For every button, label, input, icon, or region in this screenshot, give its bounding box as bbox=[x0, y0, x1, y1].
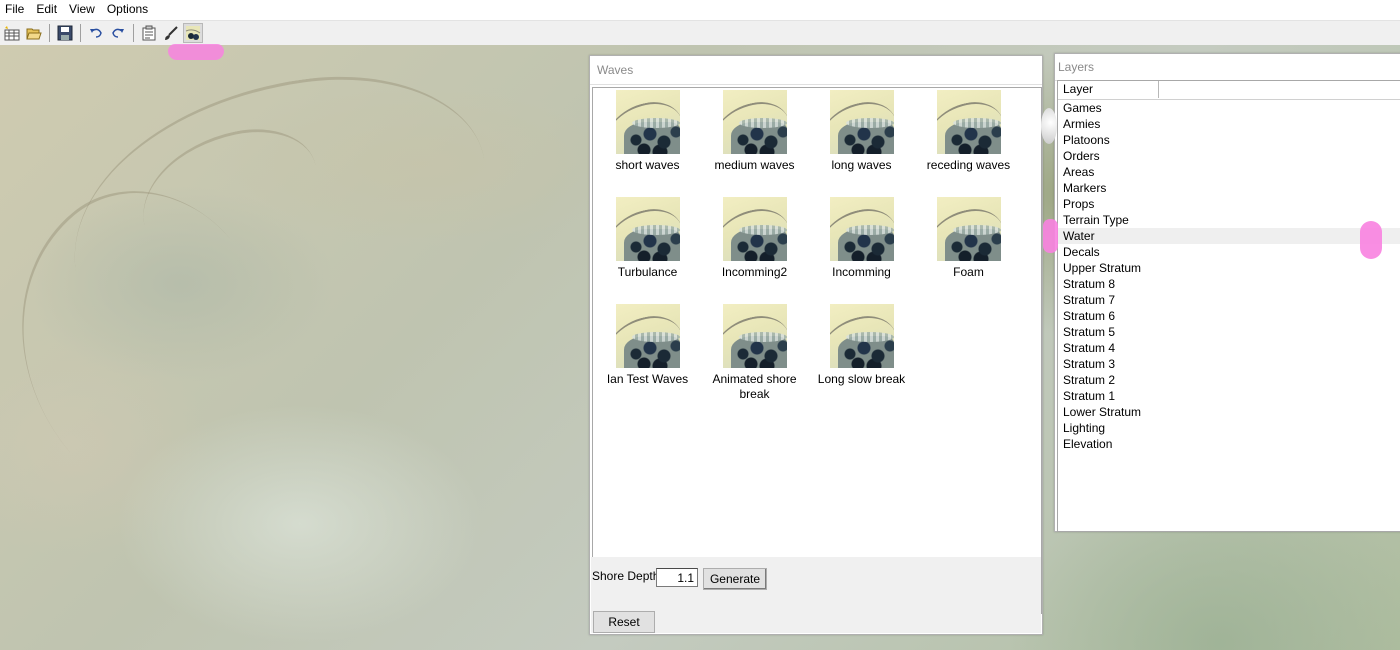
wave-thumbnail bbox=[936, 90, 1001, 154]
redo-icon bbox=[112, 28, 124, 38]
save-button[interactable] bbox=[55, 23, 75, 43]
wave-thumbnail bbox=[829, 304, 894, 368]
menu-view[interactable]: View bbox=[63, 0, 101, 19]
menu-edit[interactable]: Edit bbox=[30, 0, 63, 19]
new-map-button[interactable] bbox=[2, 23, 22, 43]
layer-row[interactable]: Elevation bbox=[1058, 436, 1400, 452]
layer-row[interactable]: Water bbox=[1058, 228, 1400, 244]
layer-row[interactable]: Stratum 3 bbox=[1058, 356, 1400, 372]
panel-resize-knob[interactable] bbox=[1041, 108, 1057, 144]
open-folder-icon bbox=[26, 28, 42, 40]
wave-thumbnail bbox=[829, 197, 894, 261]
wave-thumbnail bbox=[615, 304, 680, 368]
wave-item[interactable]: short waves bbox=[594, 90, 701, 173]
menu-bar: File Edit View Options bbox=[0, 0, 1400, 19]
toolbar-separator bbox=[80, 24, 81, 42]
layer-row[interactable]: Terrain Type bbox=[1058, 212, 1400, 228]
wave-label: medium waves bbox=[714, 158, 795, 172]
wave-item[interactable]: Long slow break bbox=[808, 304, 915, 387]
layer-row[interactable]: Lower Stratum bbox=[1058, 404, 1400, 420]
shore-depth-label: Shore Depth bbox=[592, 569, 660, 583]
layers-list-header: Layer bbox=[1058, 81, 1400, 100]
wave-thumbnail bbox=[829, 90, 894, 154]
wave-item[interactable]: Incomming bbox=[808, 197, 915, 280]
open-button[interactable] bbox=[24, 23, 44, 43]
menu-options[interactable]: Options bbox=[101, 0, 154, 19]
layer-row[interactable]: Props bbox=[1058, 196, 1400, 212]
save-icon bbox=[57, 25, 73, 41]
wave-label: Turbulance bbox=[617, 265, 678, 279]
layer-row[interactable]: Stratum 2 bbox=[1058, 372, 1400, 388]
new-map-icon bbox=[4, 26, 20, 41]
wave-item[interactable]: Ian Test Waves bbox=[594, 304, 701, 387]
layer-row[interactable]: Armies bbox=[1058, 116, 1400, 132]
wave-thumbnail bbox=[936, 197, 1001, 261]
wave-item[interactable]: medium waves bbox=[701, 90, 808, 173]
layer-row[interactable]: Stratum 8 bbox=[1058, 276, 1400, 292]
layer-row[interactable]: Decals bbox=[1058, 244, 1400, 260]
layers-panel: Layers Layer Games Armies Platoons Orders Ar… bbox=[1054, 53, 1400, 532]
brush-icon bbox=[165, 26, 178, 40]
wave-label: short waves bbox=[615, 158, 680, 172]
undo-icon bbox=[90, 28, 102, 38]
wave-label: long waves bbox=[831, 158, 892, 172]
wave-label: Ian Test Waves bbox=[606, 372, 689, 386]
waves-list: short waves medium waves long waves recedin… bbox=[592, 87, 1042, 614]
layer-row[interactable]: Areas bbox=[1058, 164, 1400, 180]
layers-rows: Games Armies Platoons Orders Areas Markers Pro… bbox=[1058, 100, 1400, 452]
wave-item[interactable]: Foam bbox=[915, 197, 1022, 280]
wave-label: receding waves bbox=[926, 158, 1011, 172]
layer-row[interactable]: Lighting bbox=[1058, 420, 1400, 436]
layer-row[interactable]: Stratum 7 bbox=[1058, 292, 1400, 308]
layers-panel-title: Layers bbox=[1055, 54, 1400, 81]
toolbar-separator bbox=[49, 24, 50, 42]
waves-panel: Waves short waves medium waves long waves r… bbox=[589, 55, 1043, 635]
annotation-highlight bbox=[1360, 221, 1382, 259]
wave-thumbnail bbox=[615, 197, 680, 261]
wave-label: Long slow break bbox=[817, 372, 906, 386]
layer-row[interactable]: Markers bbox=[1058, 180, 1400, 196]
layer-row[interactable]: Platoons bbox=[1058, 132, 1400, 148]
toolbar bbox=[0, 20, 1400, 45]
annotation-highlight bbox=[1043, 219, 1058, 253]
layer-row[interactable]: Stratum 6 bbox=[1058, 308, 1400, 324]
wave-thumbnail bbox=[615, 90, 680, 154]
layer-row[interactable]: Stratum 1 bbox=[1058, 388, 1400, 404]
menu-file[interactable]: File bbox=[0, 0, 30, 19]
wave-item[interactable]: Turbulance bbox=[594, 197, 701, 280]
shore-depth-input[interactable] bbox=[656, 568, 698, 587]
properties-icon bbox=[142, 25, 156, 41]
wave-thumbnail bbox=[722, 197, 787, 261]
undo-button[interactable] bbox=[86, 23, 106, 43]
properties-button[interactable] bbox=[139, 23, 159, 43]
redo-button[interactable] bbox=[108, 23, 128, 43]
layer-row[interactable]: Stratum 4 bbox=[1058, 340, 1400, 356]
waves-tool-icon bbox=[185, 26, 201, 40]
waves-panel-title: Waves bbox=[590, 56, 1042, 85]
wave-item[interactable]: Animated shore break bbox=[701, 304, 808, 402]
toolbar-separator bbox=[133, 24, 134, 42]
layer-row[interactable]: Games bbox=[1058, 100, 1400, 116]
waves-tool-button[interactable] bbox=[183, 23, 203, 43]
shore-depth-row: Shore Depth Generate bbox=[591, 568, 1041, 598]
wave-item[interactable]: long waves bbox=[808, 90, 915, 173]
layer-column-header[interactable]: Layer bbox=[1058, 81, 1159, 98]
layer-row[interactable]: Stratum 5 bbox=[1058, 324, 1400, 340]
layers-list: Layer Games Armies Platoons Orders Areas Mark… bbox=[1057, 80, 1400, 532]
brush-button[interactable] bbox=[161, 23, 181, 43]
wave-label: Foam bbox=[953, 265, 984, 279]
wave-label: Incomming2 bbox=[721, 265, 788, 279]
wave-item[interactable]: receding waves bbox=[915, 90, 1022, 173]
reset-button[interactable]: Reset bbox=[593, 611, 655, 633]
waves-footer: Shore Depth Generate Reset bbox=[591, 557, 1041, 633]
wave-thumbnail bbox=[722, 90, 787, 154]
generate-button[interactable]: Generate bbox=[703, 568, 767, 590]
layer-row[interactable]: Upper Stratum bbox=[1058, 260, 1400, 276]
wave-item[interactable]: Incomming2 bbox=[701, 197, 808, 280]
wave-thumbnail bbox=[722, 304, 787, 368]
layer-row[interactable]: Orders bbox=[1058, 148, 1400, 164]
wave-label: Animated shore break bbox=[712, 372, 797, 401]
wave-label: Incomming bbox=[832, 265, 891, 279]
annotation-highlight bbox=[168, 44, 224, 60]
